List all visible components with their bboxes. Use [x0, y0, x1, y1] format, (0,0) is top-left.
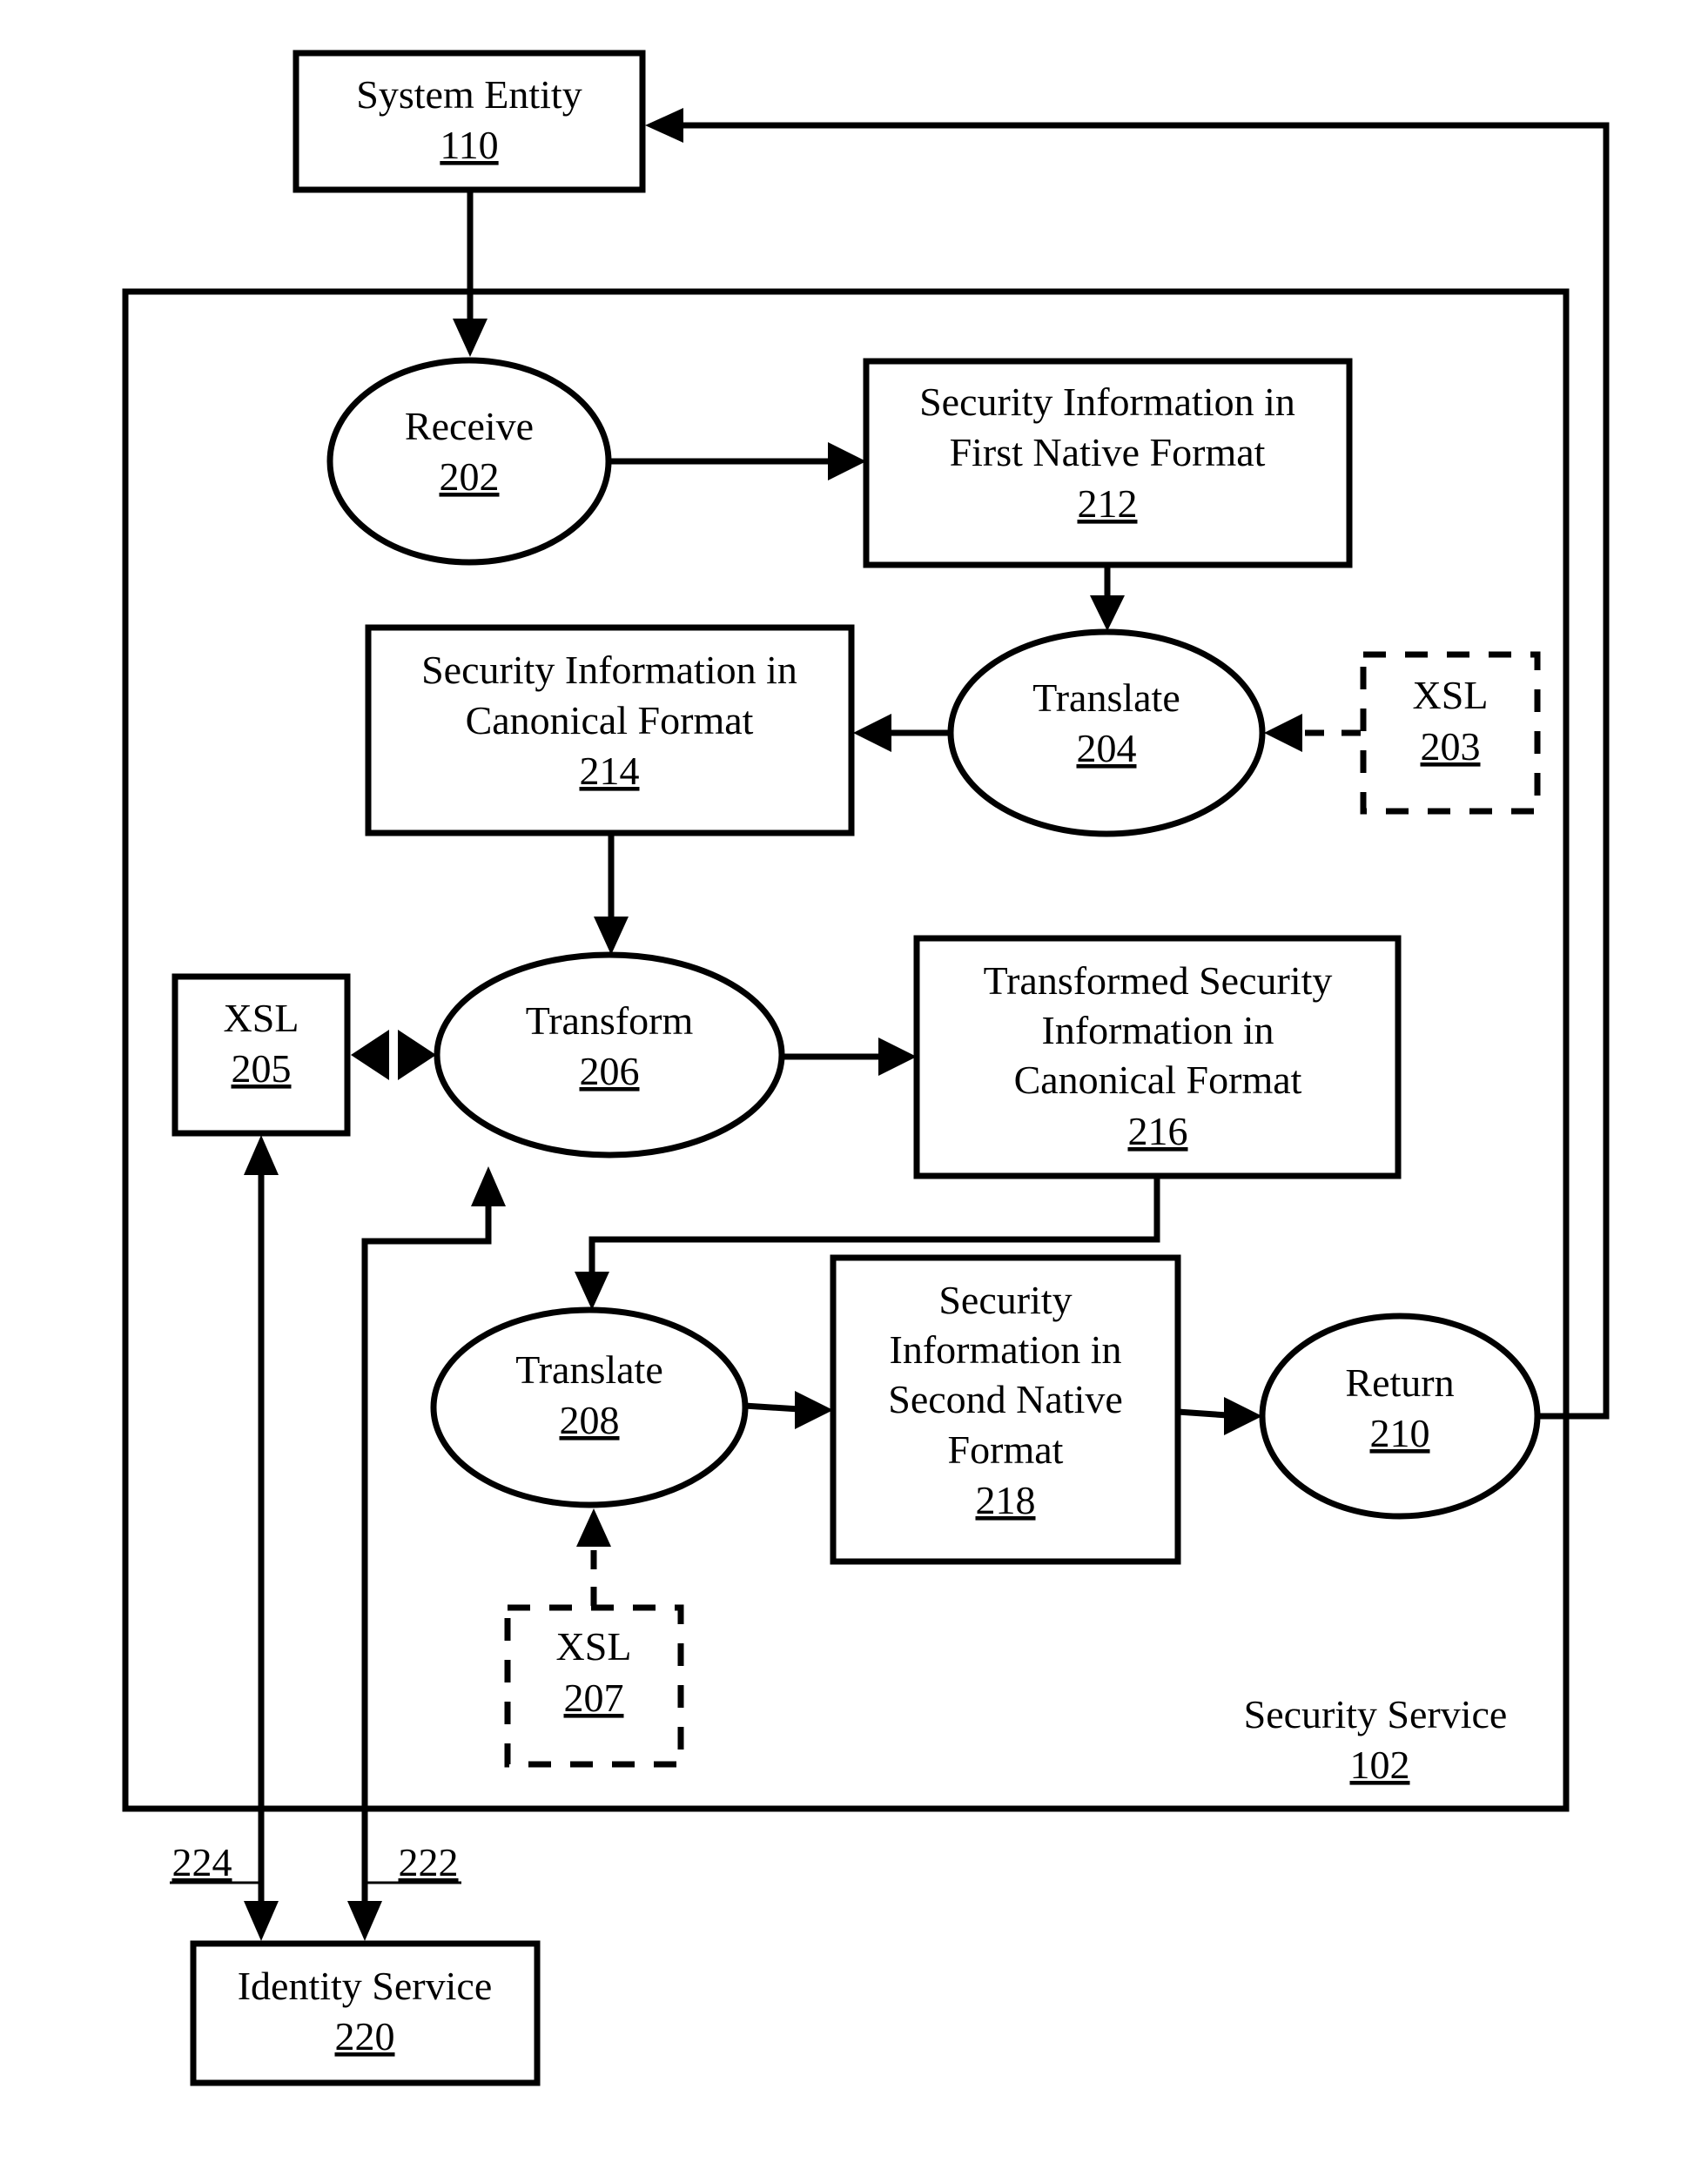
edge-218-to-return-210	[1177, 1408, 1228, 1419]
arrowhead-224-into-xsl-205	[244, 1135, 279, 1175]
node-ref: 202	[440, 454, 500, 499]
node-ref: 203	[1421, 724, 1481, 769]
node-label-line-2: Information in	[890, 1327, 1122, 1372]
node-ref: 205	[232, 1046, 292, 1091]
edge-translate-208-to-218	[743, 1402, 800, 1413]
arrowhead-xsl-203-into-translate-204	[1264, 714, 1302, 752]
node-transformed-canonical: Transformed Security Information in Cano…	[913, 935, 1402, 1179]
arrowhead-into-212	[828, 442, 866, 480]
arrowhead-into-translate-208	[575, 1272, 609, 1310]
arrowhead-into-218	[795, 1391, 833, 1429]
node-label: Receive	[405, 404, 534, 448]
node-system-entity: System Entity 110	[293, 50, 646, 193]
node-translate-204: Translate 204	[947, 628, 1266, 837]
node-label-line-3: Canonical Format	[1014, 1058, 1302, 1102]
node-label-line-2: Canonical Format	[466, 698, 754, 742]
node-label-line-2: Information in	[1042, 1008, 1274, 1052]
node-label-line-1: Security Information in	[421, 648, 797, 692]
node-xsl-205: XSL 205	[171, 973, 351, 1137]
arrowhead-into-transform-206	[594, 917, 629, 955]
node-label: Translate	[1032, 675, 1180, 720]
container-ref: 102	[1350, 1743, 1410, 1787]
node-ref: 208	[560, 1398, 620, 1442]
node-second-native-format: Security Information in Second Native Fo…	[830, 1254, 1181, 1565]
node-label-line-1: Security	[938, 1278, 1072, 1322]
node-label: Return	[1345, 1360, 1454, 1405]
arrowhead-into-xsl-205	[351, 1030, 389, 1080]
node-ref: 206	[580, 1049, 640, 1093]
security-service-label: Security Service 102	[1244, 1692, 1508, 1787]
node-label-line-1: Transformed Security	[984, 958, 1333, 1003]
node-ref: 212	[1078, 481, 1138, 526]
arrowhead-into-receive	[453, 319, 488, 357]
edge-222-identity-transform-206	[361, 1203, 492, 1902]
arrowhead-into-return-210	[1224, 1397, 1262, 1435]
node-label: Identity Service	[238, 1964, 493, 2008]
node-transform-206: Transform 206	[434, 951, 785, 1159]
node-ref: 216	[1128, 1109, 1188, 1153]
arrowhead-into-216	[878, 1038, 917, 1076]
edge-label-222: 222	[399, 1840, 459, 1884]
node-ref: 204	[1077, 726, 1137, 770]
node-ref: 220	[335, 2014, 395, 2058]
arrowhead-into-system-entity	[645, 108, 683, 143]
node-label: XSL	[556, 1624, 632, 1669]
node-label-line-2: First Native Format	[950, 430, 1266, 474]
node-ref: 214	[580, 749, 640, 793]
node-ref: 210	[1370, 1411, 1430, 1455]
security-service-flow-diagram: System Entity 110 Receive 202 Security I…	[122, 50, 1610, 2086]
node-xsl-203: XSL 203	[1360, 651, 1541, 815]
node-label: Translate	[515, 1347, 663, 1392]
node-label-line-3: Second Native	[888, 1377, 1123, 1421]
node-canonical-format: Security Information in Canonical Format…	[365, 624, 855, 836]
node-label: Transform	[526, 998, 694, 1043]
arrowhead-into-214	[853, 714, 891, 752]
arrowhead-into-translate-204	[1090, 595, 1125, 631]
node-label: XSL	[224, 996, 299, 1040]
node-ref: 110	[440, 123, 498, 167]
arrowhead-224-into-identity	[244, 1901, 279, 1941]
node-translate-208: Translate 208	[430, 1306, 749, 1508]
edge-label-224: 224	[172, 1840, 232, 1884]
node-label-line-1: Security Information in	[919, 379, 1295, 424]
arrowhead-222-into-transform-206	[471, 1166, 506, 1206]
node-receive: Receive 202	[326, 357, 612, 566]
node-xsl-207: XSL 207	[504, 1604, 684, 1768]
node-ref: 207	[564, 1676, 624, 1720]
arrowhead-xsl-207-into-translate-208	[576, 1508, 611, 1547]
node-label-line-4: Format	[948, 1427, 1064, 1472]
node-ref: 218	[976, 1478, 1036, 1522]
node-label: XSL	[1413, 673, 1489, 717]
arrowhead-222-into-identity	[347, 1901, 382, 1941]
node-identity-service: Identity Service 220	[190, 1940, 541, 2086]
node-first-native-format: Security Information in First Native For…	[863, 358, 1353, 568]
node-return-210: Return 210	[1259, 1313, 1541, 1520]
node-label: System Entity	[356, 72, 582, 117]
arrowhead-into-transform-206-from-xsl	[398, 1030, 436, 1080]
container-label: Security Service	[1244, 1692, 1508, 1736]
